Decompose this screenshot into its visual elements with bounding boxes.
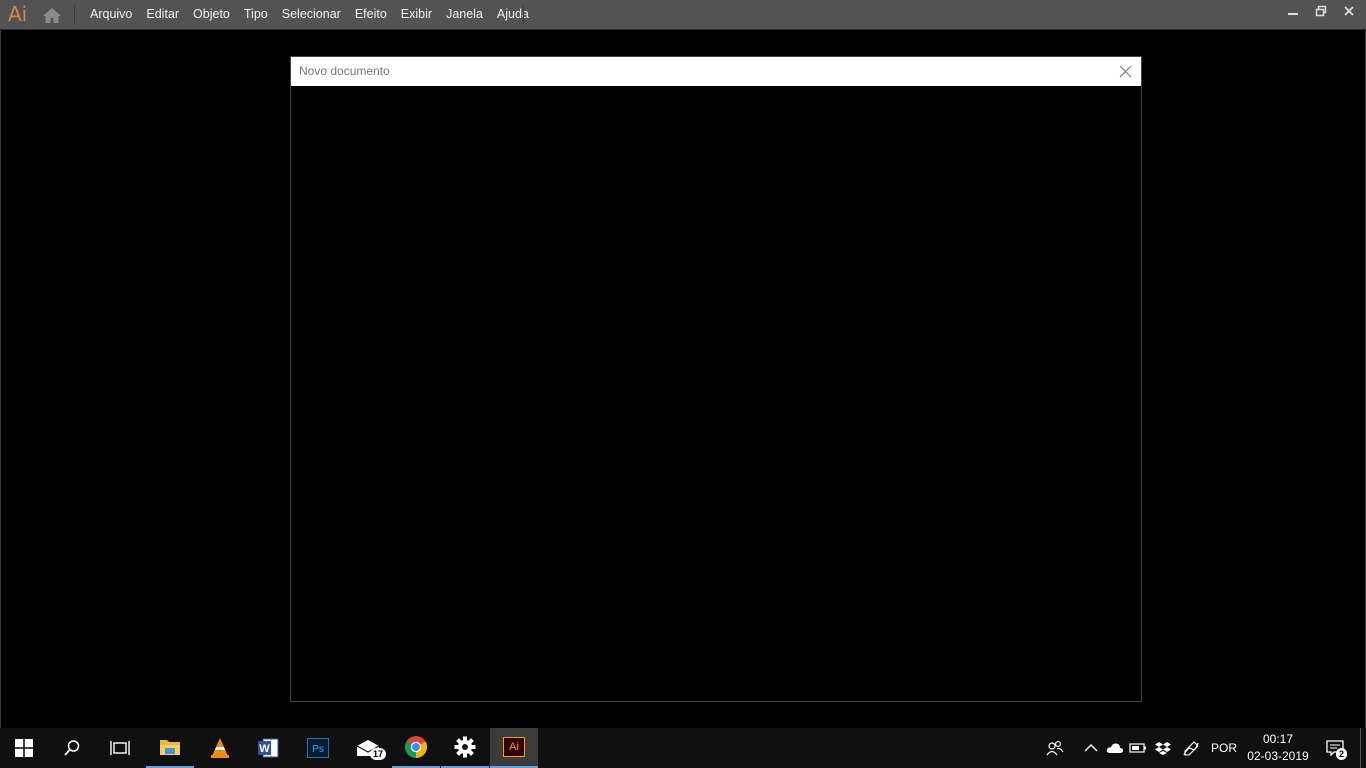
menu-janela[interactable]: Janela [439, 0, 490, 28]
menu-separator [74, 5, 75, 25]
new-document-dialog: Novo documento [290, 56, 1142, 702]
clock-time: 00:17 [1262, 732, 1294, 746]
clock-date: 02-03-2019 [1247, 749, 1309, 763]
taskbar-illustrator[interactable]: Ai [490, 728, 538, 768]
onedrive-button[interactable] [1104, 728, 1126, 768]
start-button[interactable] [0, 728, 48, 768]
language-label: POR [1210, 741, 1237, 755]
tray-overflow-button[interactable] [1080, 728, 1102, 768]
close-icon [1119, 65, 1132, 78]
show-desktop-button[interactable] [1360, 728, 1361, 768]
close-icon [1344, 6, 1354, 16]
minimize-icon [1288, 13, 1298, 15]
mail-badge: 17 [370, 748, 387, 760]
menu-tipo[interactable]: Tipo [237, 0, 275, 28]
action-center-button[interactable]: 2 [1320, 728, 1350, 768]
menu-items: Arquivo Editar Objeto Tipo Selecionar Ef… [83, 0, 536, 28]
svg-text:Ps: Ps [312, 744, 324, 755]
illustrator-logo: Ai [8, 2, 28, 26]
menu-efeito[interactable]: Efeito [348, 0, 394, 28]
dialog-body [291, 86, 1141, 701]
menu-exibir[interactable]: Exibir [394, 0, 439, 28]
task-view-icon [110, 741, 130, 755]
taskbar-chrome[interactable] [392, 728, 440, 768]
menu-ajuda[interactable]: Ajuda [490, 0, 536, 28]
menu-editar[interactable]: Editar [139, 0, 186, 28]
taskbar-file-explorer[interactable] [146, 728, 194, 768]
taskbar-word[interactable]: W [244, 728, 292, 768]
dropbox-icon [1155, 742, 1171, 755]
dropbox-button[interactable] [1152, 728, 1174, 768]
close-button[interactable] [1335, 0, 1363, 22]
menu-separator [523, 5, 524, 25]
pen-workspace-button[interactable] [1179, 728, 1203, 768]
app-menubar: Ai Arquivo Editar Objeto Tipo Selecionar… [0, 0, 1366, 30]
dialog-titlebar[interactable]: Novo documento [291, 57, 1141, 86]
restore-button[interactable] [1307, 0, 1335, 22]
gear-icon [454, 736, 476, 758]
minimize-button[interactable] [1279, 0, 1307, 22]
word-icon: W [258, 738, 279, 758]
taskbar-photoshop[interactable]: Ps [294, 728, 342, 768]
notification-badge: 2 [1336, 748, 1348, 760]
search-button[interactable] [48, 728, 96, 768]
menu-arquivo[interactable]: Arquivo [83, 0, 139, 28]
photoshop-icon: Ps [307, 738, 329, 758]
clock[interactable]: 00:17 02-03-2019 [1242, 728, 1314, 768]
taskbar-settings[interactable] [441, 728, 489, 768]
windows-logo-icon [15, 739, 33, 757]
people-button[interactable] [1042, 728, 1068, 768]
vlc-icon [211, 738, 229, 758]
chrome-icon [405, 736, 427, 758]
battery-button[interactable] [1127, 728, 1149, 768]
menu-objeto[interactable]: Objeto [186, 0, 237, 28]
chevron-up-icon [1084, 744, 1098, 752]
svg-text:W: W [259, 743, 270, 755]
illustrator-icon: Ai [503, 737, 525, 757]
folder-icon [160, 740, 180, 755]
dialog-title: Novo documento [299, 64, 390, 78]
dialog-close-button[interactable] [1118, 64, 1133, 79]
home-icon[interactable] [42, 7, 62, 24]
task-view-button[interactable] [96, 728, 144, 768]
menu-selecionar[interactable]: Selecionar [275, 0, 348, 28]
taskbar-mail[interactable]: 17 [344, 728, 392, 768]
search-icon [64, 740, 80, 756]
language-indicator[interactable]: POR [1208, 728, 1240, 768]
people-icon [1046, 741, 1064, 756]
pen-icon [1183, 741, 1199, 756]
taskbar: W Ps 17 Ai POR 00:17 02-03-2019 2 [0, 728, 1366, 768]
taskbar-vlc[interactable] [196, 728, 244, 768]
restore-icon [1315, 5, 1327, 17]
cloud-icon [1106, 743, 1124, 753]
battery-icon [1129, 743, 1146, 753]
